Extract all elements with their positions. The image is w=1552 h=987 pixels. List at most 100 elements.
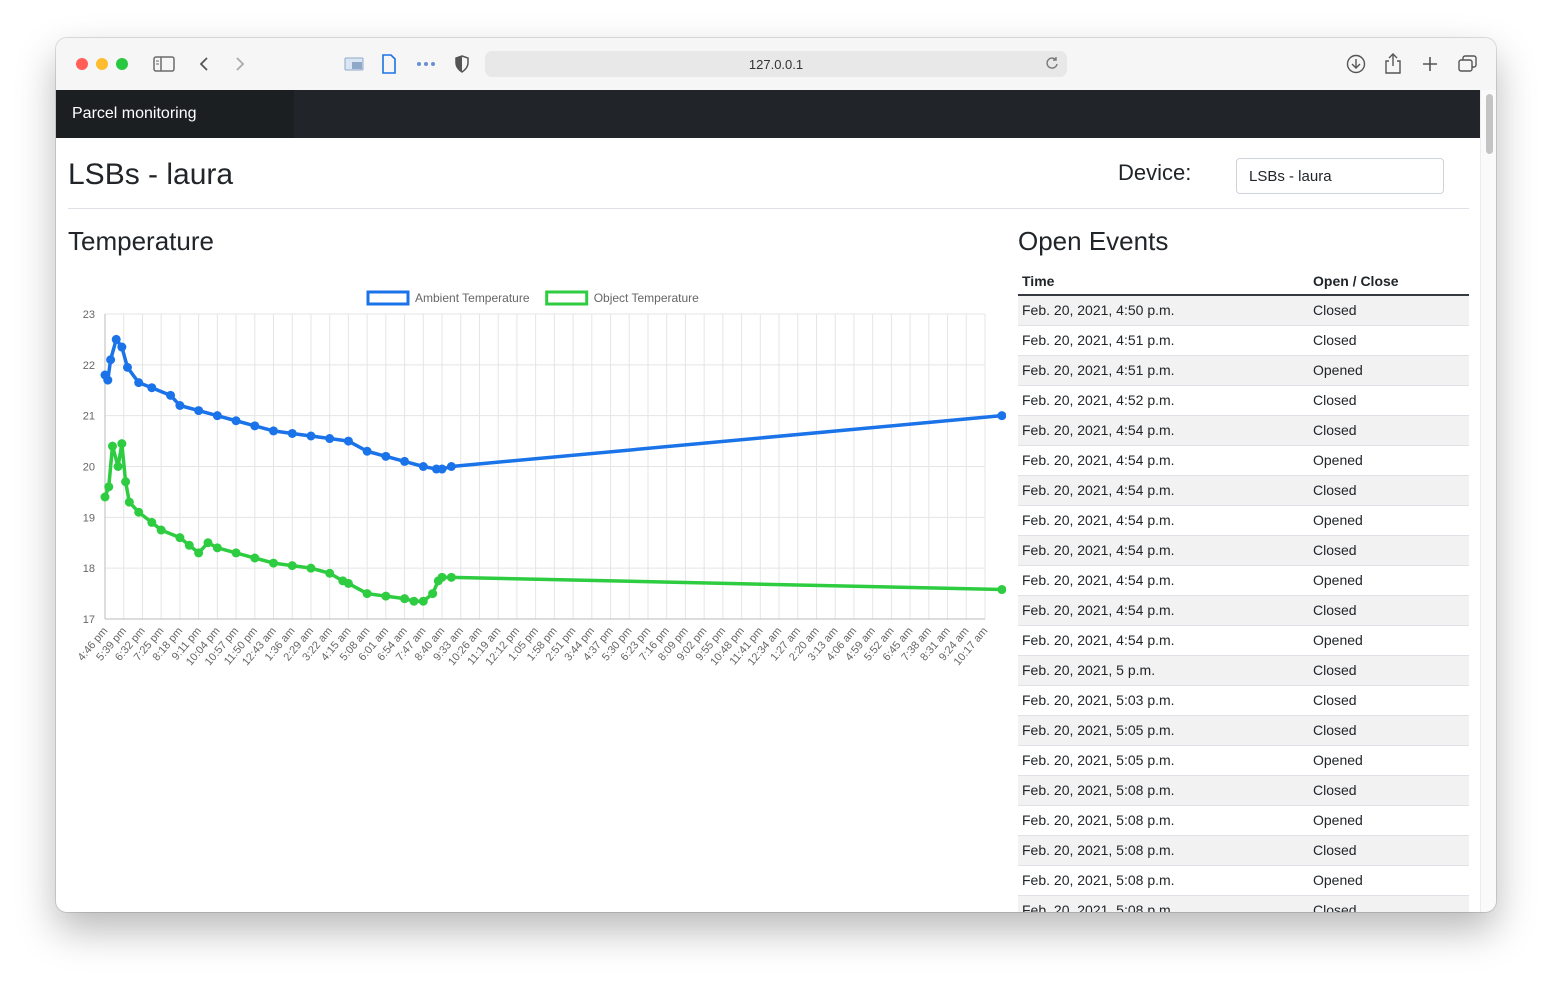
event-time-cell: Feb. 20, 2021, 4:51 p.m. bbox=[1018, 354, 1309, 385]
data-point bbox=[381, 451, 391, 461]
data-point bbox=[121, 477, 131, 487]
data-point bbox=[124, 497, 134, 507]
event-time-cell: Feb. 20, 2021, 4:54 p.m. bbox=[1018, 564, 1309, 595]
event-state-cell: Closed bbox=[1309, 414, 1469, 445]
data-point bbox=[117, 342, 127, 352]
table-row: Feb. 20, 2021, 4:52 p.m. Closed bbox=[1018, 384, 1469, 415]
data-point bbox=[362, 589, 372, 599]
data-point bbox=[343, 578, 353, 588]
download-icon[interactable] bbox=[1344, 52, 1368, 76]
scrollbar[interactable] bbox=[1480, 90, 1496, 912]
event-time-cell: Feb. 20, 2021, 4:54 p.m. bbox=[1018, 534, 1309, 565]
column-header-time: Time bbox=[1018, 268, 1309, 296]
browser-toolbar: 127.0.0.1 bbox=[56, 38, 1496, 91]
forward-icon[interactable] bbox=[230, 52, 250, 76]
browser-window: 127.0.0.1 Parcel monitoring LSBs - laura… bbox=[56, 38, 1496, 912]
table-row: Feb. 20, 2021, 5:08 p.m. Closed bbox=[1018, 894, 1469, 912]
event-time-cell: Feb. 20, 2021, 4:54 p.m. bbox=[1018, 444, 1309, 475]
data-point bbox=[250, 553, 260, 563]
data-point bbox=[212, 543, 222, 553]
device-select[interactable]: LSBs - laura bbox=[1236, 158, 1444, 194]
event-state-cell: Closed bbox=[1309, 684, 1469, 715]
data-point bbox=[362, 446, 372, 456]
table-row: Feb. 20, 2021, 4:50 p.m. Closed bbox=[1018, 294, 1469, 325]
data-point bbox=[306, 431, 316, 441]
navbar-brand[interactable]: Parcel monitoring bbox=[56, 90, 294, 138]
temperature-title: Temperature bbox=[68, 226, 214, 256]
table-row: Feb. 20, 2021, 5:08 p.m. Opened bbox=[1018, 864, 1469, 895]
page-title: LSBs - laura bbox=[68, 158, 234, 191]
legend-swatch-0 bbox=[366, 290, 410, 306]
sidebar-icon[interactable] bbox=[152, 52, 176, 76]
data-point bbox=[175, 533, 185, 543]
event-state-cell: Opened bbox=[1309, 564, 1469, 595]
event-time-cell: Feb. 20, 2021, 4:54 p.m. bbox=[1018, 594, 1309, 625]
table-row: Feb. 20, 2021, 4:54 p.m. Closed bbox=[1018, 474, 1469, 505]
table-row: Feb. 20, 2021, 4:54 p.m. Closed bbox=[1018, 534, 1469, 565]
event-time-cell: Feb. 20, 2021, 4:54 p.m. bbox=[1018, 414, 1309, 445]
device-label: Device: bbox=[1118, 160, 1192, 185]
reload-icon[interactable] bbox=[1045, 56, 1059, 73]
table-row: Feb. 20, 2021, 4:51 p.m. Opened bbox=[1018, 354, 1469, 385]
y-tick-label: 18 bbox=[83, 563, 95, 575]
y-tick-label: 21 bbox=[83, 411, 95, 423]
event-state-cell: Opened bbox=[1309, 624, 1469, 655]
data-point bbox=[194, 406, 204, 416]
data-point bbox=[104, 482, 114, 492]
page-icon[interactable] bbox=[378, 52, 400, 76]
data-point bbox=[250, 421, 260, 431]
minimize-window-button[interactable] bbox=[96, 58, 108, 70]
shield-icon[interactable] bbox=[452, 52, 472, 76]
event-state-cell: Opened bbox=[1309, 804, 1469, 835]
event-time-cell: Feb. 20, 2021, 5:08 p.m. bbox=[1018, 804, 1309, 835]
new-tab-icon[interactable] bbox=[1418, 52, 1442, 76]
data-point bbox=[134, 378, 144, 388]
event-state-cell: Closed bbox=[1309, 384, 1469, 415]
data-point bbox=[203, 538, 213, 548]
event-time-cell: Feb. 20, 2021, 5:08 p.m. bbox=[1018, 894, 1309, 912]
navbar: Parcel monitoring bbox=[56, 90, 1480, 138]
events-title: Open Events bbox=[1018, 226, 1169, 256]
data-point bbox=[306, 563, 316, 573]
data-point bbox=[147, 517, 157, 527]
data-point bbox=[446, 572, 456, 582]
table-row: Feb. 20, 2021, 5:05 p.m. Closed bbox=[1018, 714, 1469, 745]
event-time-cell: Feb. 20, 2021, 5:08 p.m. bbox=[1018, 834, 1309, 865]
table-row: Feb. 20, 2021, 5 p.m. Closed bbox=[1018, 654, 1469, 685]
event-time-cell: Feb. 20, 2021, 5:08 p.m. bbox=[1018, 774, 1309, 805]
event-state-cell: Opened bbox=[1309, 744, 1469, 775]
data-point bbox=[111, 334, 121, 344]
close-window-button[interactable] bbox=[76, 58, 88, 70]
scrollbar-thumb[interactable] bbox=[1486, 94, 1493, 154]
data-point bbox=[381, 591, 391, 601]
data-point bbox=[103, 375, 113, 385]
table-row: Feb. 20, 2021, 4:54 p.m. Closed bbox=[1018, 414, 1469, 445]
data-point bbox=[269, 558, 279, 568]
back-icon[interactable] bbox=[194, 52, 214, 76]
data-point bbox=[106, 355, 116, 365]
event-time-cell: Feb. 20, 2021, 4:51 p.m. bbox=[1018, 324, 1309, 355]
table-row: Feb. 20, 2021, 4:54 p.m. Opened bbox=[1018, 564, 1469, 595]
data-point bbox=[428, 589, 438, 599]
share-icon[interactable] bbox=[1381, 52, 1405, 76]
y-tick-label: 17 bbox=[83, 614, 95, 626]
data-point bbox=[418, 462, 428, 471]
data-point bbox=[437, 464, 447, 474]
legend-label-0: Ambient Temperature bbox=[415, 291, 530, 305]
address-bar[interactable]: 127.0.0.1 bbox=[485, 51, 1067, 77]
data-point bbox=[113, 462, 123, 471]
legend-swatch-1 bbox=[545, 290, 589, 306]
zoom-window-button[interactable] bbox=[116, 58, 128, 70]
extensions-icon[interactable] bbox=[414, 52, 438, 76]
window-icon[interactable] bbox=[342, 52, 366, 76]
event-time-cell: Feb. 20, 2021, 5:05 p.m. bbox=[1018, 744, 1309, 775]
event-time-cell: Feb. 20, 2021, 4:54 p.m. bbox=[1018, 504, 1309, 535]
data-point bbox=[446, 462, 456, 471]
event-state-cell: Closed bbox=[1309, 654, 1469, 685]
tabs-icon[interactable] bbox=[1456, 52, 1480, 76]
table-row: Feb. 20, 2021, 4:54 p.m. Closed bbox=[1018, 594, 1469, 625]
event-state-cell: Closed bbox=[1309, 594, 1469, 625]
event-state-cell: Closed bbox=[1309, 474, 1469, 505]
table-row: Feb. 20, 2021, 5:08 p.m. Opened bbox=[1018, 804, 1469, 835]
event-time-cell: Feb. 20, 2021, 4:54 p.m. bbox=[1018, 474, 1309, 505]
